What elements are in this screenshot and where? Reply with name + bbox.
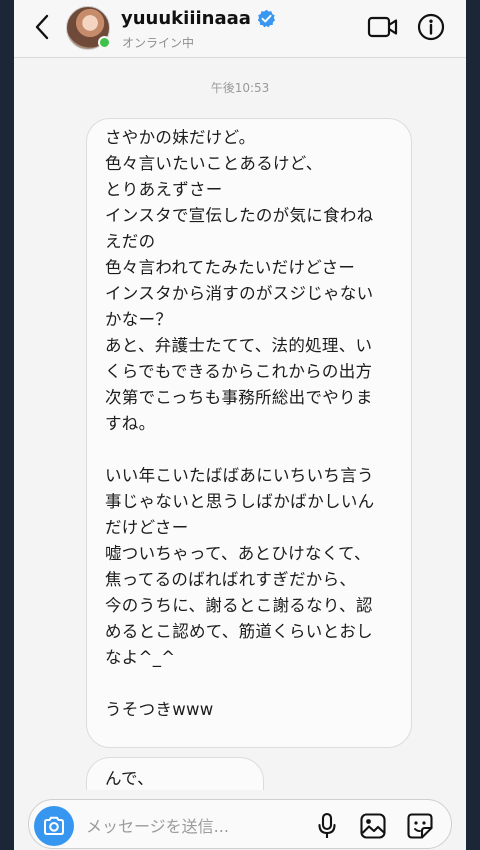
- chat-header: yuuukiiinaaa オンライン中: [14, 0, 466, 58]
- message-input[interactable]: [86, 812, 306, 840]
- dm-screen: yuuukiiinaaa オンライン中 午後10:53 さやかの妹だけど。 色々…: [14, 0, 466, 850]
- back-button[interactable]: [30, 12, 54, 42]
- gallery-button[interactable]: [357, 810, 389, 842]
- username-row[interactable]: yuuukiiinaaa: [121, 8, 276, 29]
- voice-message-button[interactable]: [311, 810, 343, 842]
- video-camera-icon: [367, 16, 398, 38]
- video-call-button[interactable]: [366, 12, 400, 42]
- image-gallery-icon: [360, 813, 386, 839]
- camera-button[interactable]: [34, 806, 74, 846]
- info-icon: [417, 13, 445, 41]
- microphone-icon: [318, 812, 336, 838]
- verified-badge-icon: [257, 9, 276, 28]
- online-status: オンライン中: [122, 36, 195, 50]
- sticker-icon: [407, 813, 433, 839]
- username: yuuukiiinaaa: [121, 8, 251, 29]
- online-indicator: [98, 36, 111, 49]
- message-timestamp: 午後10:53: [210, 81, 270, 95]
- camera-icon: [44, 816, 64, 835]
- incoming-message-bubble[interactable]: さやかの妹だけど。 色々言いたいことあるけど、 とりあえずさー インスタで宣伝し…: [86, 118, 412, 748]
- sticker-button[interactable]: [404, 810, 436, 842]
- info-button[interactable]: [414, 12, 448, 42]
- chevron-left-icon: [35, 14, 49, 40]
